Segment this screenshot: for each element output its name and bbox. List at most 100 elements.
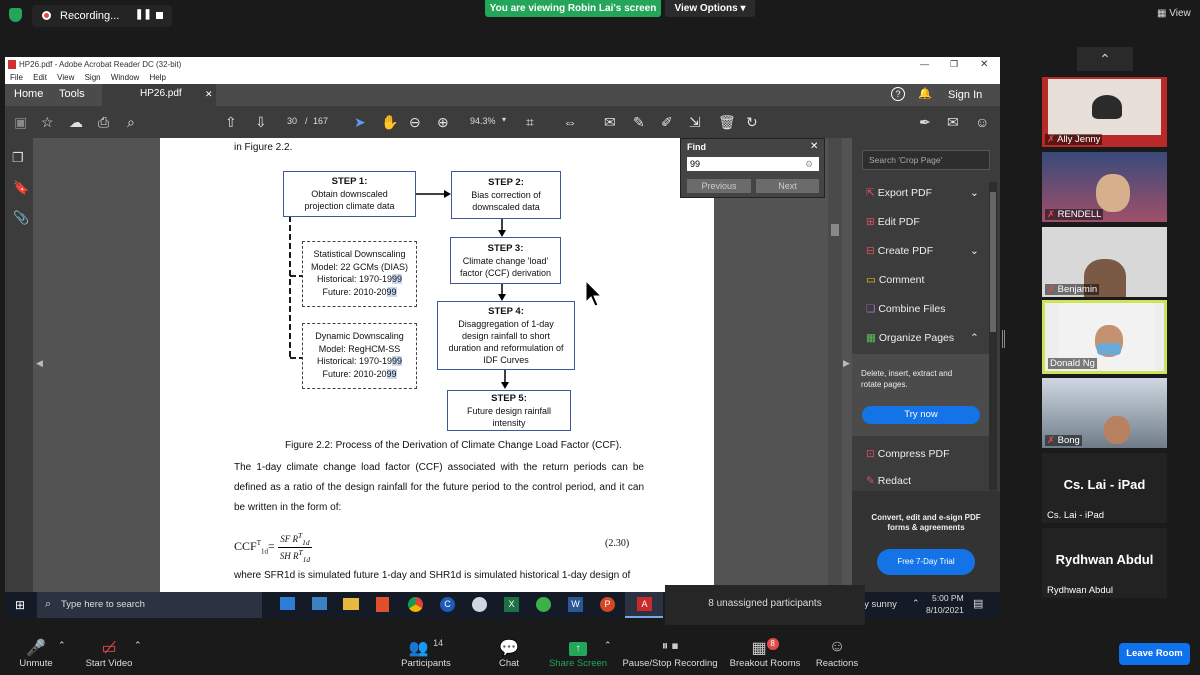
leave-room-button[interactable]: Leave Room: [1119, 643, 1190, 665]
close-window-icon[interactable]: ✕: [980, 57, 988, 72]
participant-tile[interactable]: ✗ Bong: [1042, 378, 1167, 448]
tray-chevron-icon[interactable]: ⌃: [912, 598, 920, 609]
acrobat-taskbar-icon[interactable]: A: [625, 592, 663, 618]
save-icon[interactable]: ▣: [14, 114, 27, 131]
shield-icon[interactable]: [9, 8, 22, 22]
delete-icon[interactable]: 🗑: [718, 114, 736, 131]
find-input[interactable]: 99 ⚙: [687, 157, 819, 171]
chevron-down-icon[interactable]: ⌄: [970, 240, 979, 262]
sign-pen-icon[interactable]: ✒: [919, 114, 931, 131]
find-settings-icon[interactable]: ⚙: [805, 157, 813, 171]
tool-combine-files[interactable]: ❏ Combine Files: [866, 298, 945, 320]
participant-tile[interactable]: Rydhwan Abdul Rydhwan Abdul: [1042, 528, 1167, 598]
chat-button[interactable]: 💬 Chat: [491, 638, 527, 669]
photos-app-icon[interactable]: [312, 597, 327, 610]
tool-organize-pages[interactable]: ▦ Organize Pages ⌃: [866, 327, 991, 349]
participants-button[interactable]: 👥 14 Participants: [398, 638, 454, 669]
tool-search-input[interactable]: Search 'Crop Page': [862, 150, 990, 170]
rotate-icon[interactable]: ↻: [746, 114, 758, 131]
select-cursor-icon[interactable]: ➤: [354, 114, 366, 131]
tool-export-pdf[interactable]: ⇱ Export PDF ⌄: [866, 182, 991, 204]
gallery-divider-handle[interactable]: [1002, 330, 1005, 348]
prev-page-icon[interactable]: ⇧: [225, 114, 237, 131]
bell-icon[interactable]: 🔔: [918, 87, 932, 100]
find-next-button[interactable]: Next: [756, 179, 819, 193]
participant-tile-active[interactable]: Donald Ng: [1042, 300, 1167, 374]
notification-icon[interactable]: ▤: [973, 597, 983, 610]
pause-stop-recording-button[interactable]: ⏸ ⏹ Pause/Stop Recording: [622, 638, 718, 669]
video-options-chevron-icon[interactable]: ⌃: [134, 640, 142, 651]
help-icon[interactable]: ?: [891, 87, 905, 101]
chrome-icon[interactable]: [408, 597, 423, 612]
close-tab-icon[interactable]: ✕: [205, 89, 213, 100]
stamp-icon[interactable]: ⇲: [689, 114, 701, 131]
tool-comment[interactable]: ▭ Comment: [866, 269, 924, 291]
print-icon[interactable]: ⎙: [98, 114, 109, 131]
zoom-level[interactable]: 94.3%: [470, 116, 496, 126]
network-app-icon[interactable]: [472, 597, 487, 612]
word-icon[interactable]: W: [568, 597, 583, 612]
tool-redact[interactable]: ✎ Redact: [866, 473, 911, 489]
green-app-icon[interactable]: [536, 597, 551, 612]
tab-home[interactable]: Home: [14, 88, 43, 100]
menu-edit[interactable]: Edit: [33, 73, 47, 82]
office-app-icon[interactable]: [376, 597, 389, 612]
gallery-scroll-up-button[interactable]: ⌃: [1077, 47, 1133, 71]
panel-scroll-thumb[interactable]: [990, 192, 996, 332]
tool-create-pdf[interactable]: ⊟ Create PDF ⌄: [866, 240, 991, 262]
attachments-icon[interactable]: 📎: [13, 210, 29, 226]
tool-compress-pdf[interactable]: ⊡ Compress PDF: [866, 443, 950, 465]
free-trial-button[interactable]: Free 7-Day Trial: [877, 549, 975, 575]
right-panel-collapse-icon[interactable]: ▶: [843, 358, 850, 369]
windows-start-icon[interactable]: ⊞: [15, 598, 25, 612]
bookmark-star-icon[interactable]: ☆: [41, 114, 54, 131]
view-button[interactable]: ▦ View: [1157, 8, 1191, 19]
edit-text-icon[interactable]: ✐: [661, 114, 673, 131]
tool-edit-pdf[interactable]: ⊞ Edit PDF: [866, 211, 920, 233]
excel-icon[interactable]: X: [504, 597, 519, 612]
participant-tile[interactable]: ✗ Ally Jenny: [1042, 77, 1167, 147]
chevron-up-icon[interactable]: ⌃: [970, 327, 979, 349]
unmute-button[interactable]: 🎤 Unmute: [15, 638, 57, 669]
zoom-out-icon[interactable]: ⊖: [409, 114, 421, 131]
zoom-in-icon[interactable]: ⊕: [437, 114, 449, 131]
chevron-down-icon[interactable]: ⌄: [970, 182, 979, 204]
scroll-mode-icon[interactable]: ⇔: [563, 114, 577, 130]
maximize-icon[interactable]: ❐: [950, 57, 958, 72]
share-screen-button[interactable]: ↑ Share Screen: [548, 638, 608, 669]
zoom-search-icon[interactable]: ⌕: [127, 114, 135, 131]
tab-tools[interactable]: Tools: [59, 88, 85, 100]
tab-document[interactable]: HP26.pdf ✕: [102, 84, 216, 106]
start-video-button[interactable]: ▭̸ Start Video: [82, 638, 136, 669]
zoom-chevron-icon[interactable]: ▾: [502, 115, 506, 124]
stop-recording-icon[interactable]: [156, 12, 163, 19]
page-thumbnails-icon[interactable]: ❐: [12, 150, 24, 166]
bookmarks-icon[interactable]: 🔖: [13, 180, 29, 196]
share-options-chevron-icon[interactable]: ⌃: [604, 640, 612, 651]
taskbar-search-box[interactable]: ⌕ Type here to search: [37, 592, 262, 618]
menu-window[interactable]: Window: [111, 73, 139, 82]
mail-app-icon[interactable]: [280, 597, 295, 610]
try-now-button[interactable]: Try now: [862, 406, 980, 424]
menu-help[interactable]: Help: [150, 73, 166, 82]
next-page-icon[interactable]: ⇩: [255, 114, 267, 131]
menu-file[interactable]: File: [10, 73, 23, 82]
participant-tile[interactable]: ✗ Benjamin: [1042, 227, 1167, 297]
crop-icon[interactable]: ⌗: [526, 114, 534, 131]
close-find-icon[interactable]: ✕: [810, 141, 818, 152]
audio-options-chevron-icon[interactable]: ⌃: [58, 640, 66, 651]
comment-icon[interactable]: ✉: [604, 114, 616, 131]
powerpoint-icon[interactable]: P: [600, 597, 615, 612]
mail-icon[interactable]: ✉: [947, 114, 959, 131]
participant-tile[interactable]: ✗ RENDELL: [1042, 152, 1167, 222]
vertical-scrollbar[interactable]: [828, 138, 842, 592]
share-user-icon[interactable]: ☺: [975, 114, 989, 130]
menu-view[interactable]: View: [57, 73, 74, 82]
menu-sign[interactable]: Sign: [85, 73, 101, 82]
hand-tool-icon[interactable]: ✋: [381, 114, 398, 131]
panel-scrollbar[interactable]: [989, 182, 997, 490]
view-options-button[interactable]: View Options ▾: [665, 0, 755, 17]
left-panel-collapse-icon[interactable]: ◀: [36, 358, 43, 369]
upload-cloud-icon[interactable]: ☁: [69, 114, 83, 131]
page-number-input[interactable]: 30: [281, 116, 303, 126]
